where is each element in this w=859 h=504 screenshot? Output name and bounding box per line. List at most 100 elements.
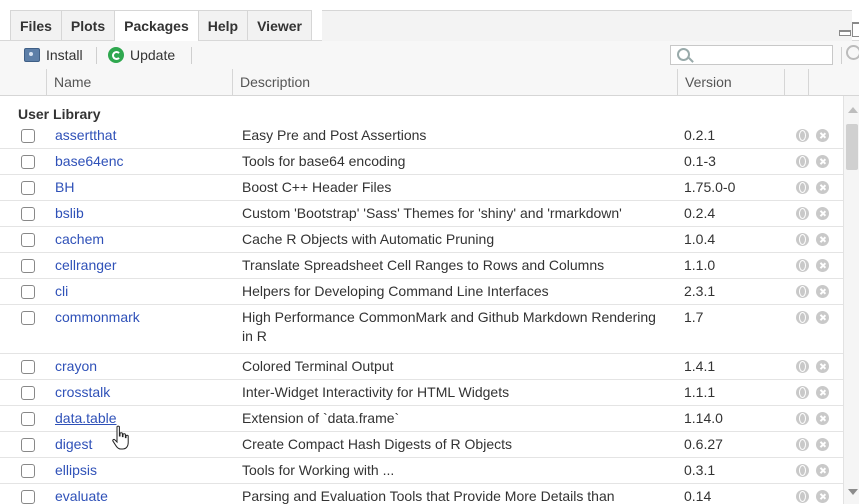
search-input[interactable] [670, 45, 833, 65]
package-name-link[interactable]: BH [55, 179, 74, 195]
tab-viewer[interactable]: Viewer [247, 10, 312, 40]
vertical-scrollbar[interactable] [843, 96, 859, 504]
package-name-link[interactable]: assertthat [55, 127, 116, 143]
remove-icon[interactable] [816, 360, 829, 373]
package-description: Translate Spreadsheet Cell Ranges to Row… [242, 257, 605, 273]
table-row: evaluate Parsing and Evaluation Tools tha… [0, 484, 843, 504]
refresh-icon[interactable] [846, 45, 859, 60]
package-checkbox[interactable] [21, 412, 35, 426]
globe-icon[interactable] [796, 155, 809, 168]
remove-icon[interactable] [816, 412, 829, 425]
remove-icon[interactable] [816, 285, 829, 298]
remove-icon[interactable] [816, 155, 829, 168]
remove-icon[interactable] [816, 490, 829, 503]
column-header-version[interactable]: Version [677, 69, 784, 95]
maximize-icon[interactable] [852, 22, 859, 37]
tab-help[interactable]: Help [197, 10, 249, 40]
package-name-link[interactable]: commonmark [55, 309, 140, 325]
package-name-link[interactable]: cachem [55, 231, 104, 247]
globe-icon[interactable] [796, 386, 809, 399]
scroll-thumb[interactable] [846, 124, 858, 170]
table-header: Name Description Version [0, 69, 859, 96]
package-name-link[interactable]: crayon [55, 358, 97, 374]
search-icon [677, 48, 690, 61]
update-icon [108, 47, 124, 63]
package-description: Helpers for Developing Command Line Inte… [242, 283, 549, 299]
scroll-up-icon[interactable] [848, 107, 858, 113]
install-icon [24, 48, 40, 62]
globe-icon[interactable] [796, 438, 809, 451]
globe-icon[interactable] [796, 464, 809, 477]
table-row: cachem Cache R Objects with Automatic Pru… [0, 227, 843, 253]
globe-icon[interactable] [796, 207, 809, 220]
remove-icon[interactable] [816, 259, 829, 272]
package-checkbox[interactable] [21, 360, 35, 374]
package-description: High Performance CommonMark and Github M… [242, 309, 656, 344]
table-row: cellranger Translate Spreadsheet Cell Ran… [0, 253, 843, 279]
package-version: 1.7 [684, 309, 704, 325]
column-header-name[interactable]: Name [46, 69, 232, 95]
package-version: 1.1.0 [684, 257, 716, 273]
remove-icon[interactable] [816, 129, 829, 142]
package-checkbox[interactable] [21, 386, 35, 400]
package-checkbox[interactable] [21, 285, 35, 299]
package-version: 1.14.0 [684, 410, 723, 426]
globe-icon[interactable] [796, 311, 809, 324]
tab-packages[interactable]: Packages [114, 10, 199, 41]
remove-icon[interactable] [816, 233, 829, 246]
globe-icon[interactable] [796, 412, 809, 425]
package-checkbox[interactable] [21, 311, 35, 325]
package-version: 0.2.4 [684, 205, 716, 221]
table-row: cli Helpers for Developing Command Line I… [0, 279, 843, 305]
package-description: Easy Pre and Post Assertions [242, 127, 427, 143]
package-name-link[interactable]: cli [55, 283, 68, 299]
package-checkbox[interactable] [21, 181, 35, 195]
package-checkbox[interactable] [21, 233, 35, 247]
package-name-link[interactable]: base64enc [55, 153, 124, 169]
package-description: Custom 'Bootstrap' 'Sass' Themes for 'sh… [242, 205, 622, 221]
globe-icon[interactable] [796, 181, 809, 194]
package-checkbox[interactable] [21, 438, 35, 452]
remove-icon[interactable] [816, 207, 829, 220]
package-checkbox[interactable] [21, 207, 35, 221]
table-row: BH Boost C++ Header Files 1.75.0-0 [0, 175, 843, 201]
minimize-icon[interactable] [839, 30, 851, 36]
package-name-link[interactable]: crosstalk [55, 384, 110, 400]
package-name-link[interactable]: evaluate [55, 488, 108, 504]
package-name-link[interactable]: bslib [55, 205, 84, 221]
tab-files[interactable]: Files [10, 10, 62, 40]
package-version: 1.75.0-0 [684, 179, 736, 195]
package-checkbox[interactable] [21, 490, 35, 504]
package-name-link[interactable]: data.table [55, 410, 117, 426]
globe-icon[interactable] [796, 490, 809, 503]
remove-icon[interactable] [816, 438, 829, 451]
remove-icon[interactable] [816, 386, 829, 399]
update-button[interactable]: Update [108, 46, 175, 64]
globe-icon[interactable] [796, 285, 809, 298]
globe-icon[interactable] [796, 233, 809, 246]
package-name-link[interactable]: ellipsis [55, 462, 97, 478]
remove-icon[interactable] [816, 181, 829, 194]
package-checkbox[interactable] [21, 155, 35, 169]
package-checkbox[interactable] [21, 259, 35, 273]
update-label: Update [130, 47, 176, 63]
package-name-link[interactable]: cellranger [55, 257, 116, 273]
section-user-library: User Library [18, 106, 101, 122]
package-checkbox[interactable] [21, 464, 35, 478]
remove-icon[interactable] [816, 311, 829, 324]
scroll-down-icon[interactable] [848, 489, 858, 495]
remove-icon[interactable] [816, 464, 829, 477]
package-name-link[interactable]: digest [55, 436, 92, 452]
globe-icon[interactable] [796, 129, 809, 142]
table-row: base64enc Tools for base64 encoding 0.1-3 [0, 149, 843, 175]
tab-bar: Files Plots Packages Help Viewer [0, 0, 859, 41]
table-row: assertthat Easy Pre and Post Assertions 0.… [0, 123, 843, 149]
package-description: Tools for Working with ... [242, 462, 395, 478]
tab-plots[interactable]: Plots [60, 10, 116, 40]
globe-icon[interactable] [796, 259, 809, 272]
table-row: commonmark High Performance CommonMark an… [0, 305, 843, 354]
install-button[interactable]: Install [24, 46, 83, 64]
globe-icon[interactable] [796, 360, 809, 373]
package-checkbox[interactable] [21, 129, 35, 143]
column-header-description[interactable]: Description [232, 69, 677, 95]
